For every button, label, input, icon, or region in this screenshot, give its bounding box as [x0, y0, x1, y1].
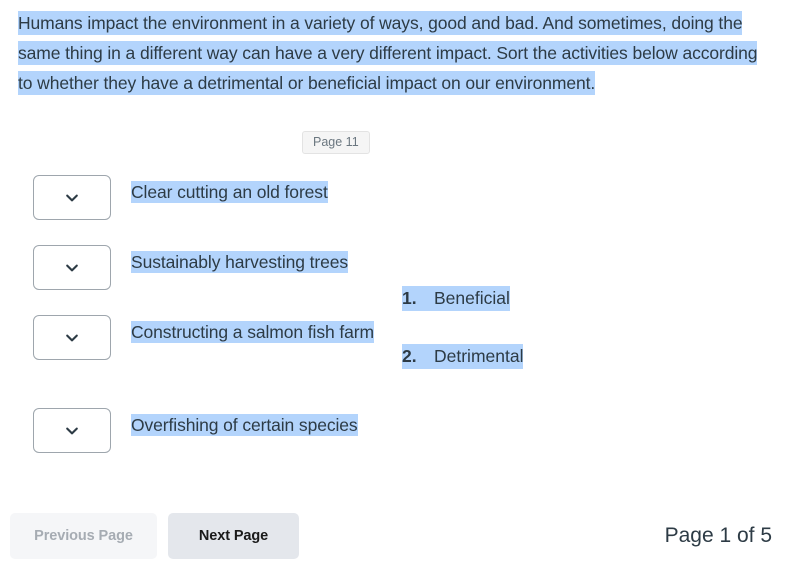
answer-dropdown-1[interactable] — [33, 175, 111, 220]
chevron-down-icon — [65, 261, 79, 275]
match-row-label: Sustainably harvesting trees — [131, 248, 348, 276]
answer-option-number: 2. — [402, 344, 434, 369]
answer-options-list: 1. Beneficial 2. Detrimental — [402, 286, 662, 402]
answer-option-label: Beneficial — [434, 286, 510, 311]
match-row: Sustainably harvesting trees — [33, 245, 348, 290]
match-row-label-text: Clear cutting an old forest — [131, 181, 328, 203]
match-row-label: Overfishing of certain species — [131, 411, 358, 439]
page-counter: Page 1 of 5 — [664, 524, 772, 547]
match-row: Overfishing of certain species — [33, 408, 358, 453]
match-row-label-text: Constructing a salmon fish farm — [131, 321, 374, 343]
page-badge-label: Page 11 — [313, 135, 359, 149]
answer-option: 1. Beneficial — [402, 286, 662, 311]
question-prompt: Humans impact the environment in a varie… — [18, 8, 760, 98]
chevron-down-icon — [65, 331, 79, 345]
match-row-label-text: Sustainably harvesting trees — [131, 251, 349, 273]
answer-option-number: 1. — [402, 286, 434, 311]
match-row-label-text: Overfishing of certain species — [131, 414, 358, 436]
answer-dropdown-3[interactable] — [33, 315, 111, 360]
match-row: Constructing a salmon fish farm — [33, 315, 374, 360]
answer-dropdown-2[interactable] — [33, 245, 111, 290]
match-row-label: Constructing a salmon fish farm — [131, 318, 374, 346]
match-row-label: Clear cutting an old forest — [131, 178, 328, 206]
answer-option: 2. Detrimental — [402, 344, 662, 369]
next-page-button[interactable]: Next Page — [168, 513, 299, 559]
previous-page-button[interactable]: Previous Page — [10, 513, 157, 559]
chevron-down-icon — [65, 424, 79, 438]
match-row: Clear cutting an old forest — [33, 175, 328, 220]
answer-dropdown-4[interactable] — [33, 408, 111, 453]
page-badge: Page 11 — [302, 131, 370, 154]
question-prompt-text: Humans impact the environment in a varie… — [18, 11, 758, 95]
chevron-down-icon — [65, 191, 79, 205]
answer-option-label: Detrimental — [434, 344, 524, 369]
